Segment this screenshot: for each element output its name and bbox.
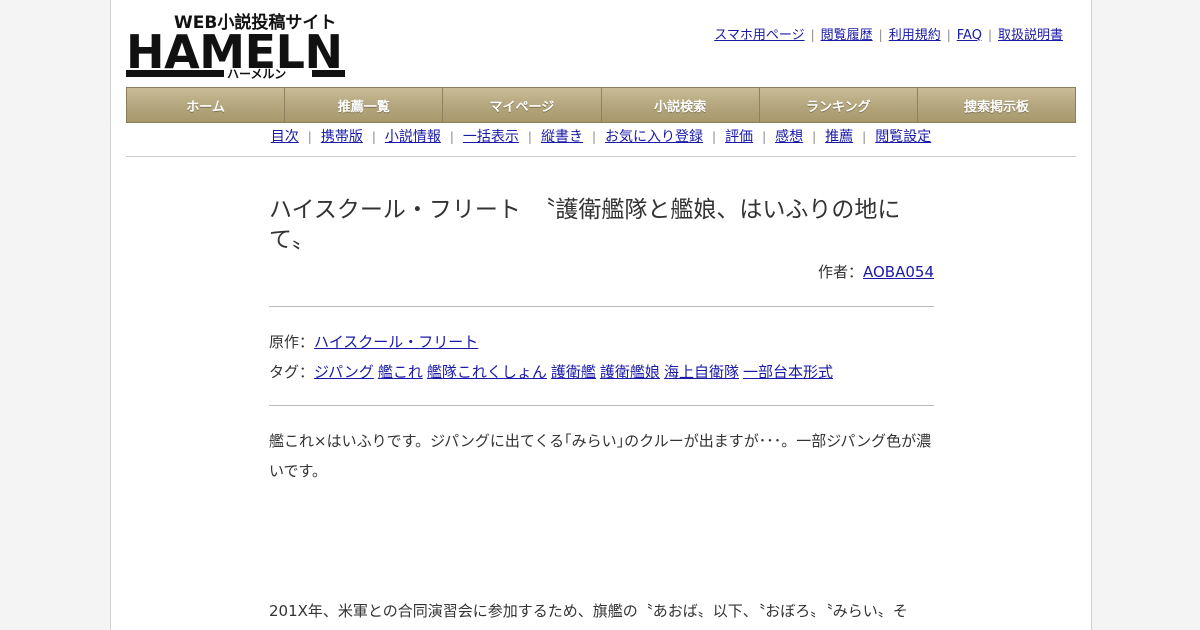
sub-nav: 目次 | 携帯版 | 小説情報 | 一括表示 | 縦書き | お気に入り登録 | 評価 | 感想 | 推薦 | 閲覧… bbox=[126, 126, 1076, 157]
subnav-recommend[interactable]: 推薦 bbox=[825, 129, 853, 145]
hameln-logo[interactable]: WEB小説投稿サイト HAMELN ハーメルン bbox=[126, 10, 348, 82]
tag-link[interactable]: 護衛艦 bbox=[551, 363, 596, 381]
subnav-comment[interactable]: 感想 bbox=[775, 129, 803, 145]
novel-summary: 艦これ×はいふりです。ジパングに出てくる｢みらい｣のクルーが出ますが･･･。一部… bbox=[269, 432, 932, 480]
tag-link[interactable]: 艦隊これくしょん bbox=[427, 363, 547, 381]
toplink-smartphone[interactable]: スマホ用ページ bbox=[714, 28, 804, 43]
tag-link[interactable]: ジパング bbox=[314, 363, 374, 381]
subnav-toc[interactable]: 目次 bbox=[271, 129, 299, 145]
nav-search-board[interactable]: 捜索掲示板 bbox=[918, 88, 1075, 122]
original-link[interactable]: ハイスクール・フリート bbox=[314, 333, 478, 351]
toplink-faq[interactable]: FAQ bbox=[957, 28, 982, 43]
tag-link[interactable]: 海上自衛隊 bbox=[664, 363, 739, 381]
subnav-rate[interactable]: 評価 bbox=[725, 129, 753, 145]
subnav-show-all[interactable]: 一括表示 bbox=[463, 129, 519, 145]
tags-label: タグ： bbox=[269, 363, 315, 381]
subnav-novel-info[interactable]: 小説情報 bbox=[385, 129, 441, 145]
divider bbox=[269, 405, 934, 406]
toplink-manual[interactable]: 取扱説明書 bbox=[998, 28, 1063, 43]
main-nav: ホーム 推薦一覧 マイページ 小説検索 ランキング 捜索掲示板 bbox=[126, 87, 1076, 123]
tag-link[interactable]: 一部台本形式 bbox=[743, 363, 833, 381]
novel-title: ハイスクール・フリート 〝護衛艦隊と艦娘、はいふりの地にて〟 bbox=[269, 197, 901, 253]
toplink-terms[interactable]: 利用規約 bbox=[889, 28, 941, 43]
subnav-vertical[interactable]: 縦書き bbox=[541, 129, 583, 145]
nav-mypage[interactable]: マイページ bbox=[443, 88, 602, 122]
top-links: スマホ用ページ | 閲覧履歴 | 利用規約 | FAQ | 取扱説明書 bbox=[714, 28, 1063, 43]
subnav-favorite[interactable]: お気に入り登録 bbox=[605, 129, 703, 145]
author-line: 作者：AOBA054 bbox=[269, 261, 934, 282]
nav-ranking[interactable]: ランキング bbox=[760, 88, 918, 122]
tag-link[interactable]: 艦これ bbox=[378, 363, 423, 381]
tag-link[interactable]: 護衛艦娘 bbox=[600, 363, 660, 381]
nav-novel-search[interactable]: 小説検索 bbox=[602, 88, 760, 122]
nav-recommendations[interactable]: 推薦一覧 bbox=[285, 88, 444, 122]
subnav-view-settings[interactable]: 閲覧設定 bbox=[875, 129, 931, 145]
subnav-mobile[interactable]: 携帯版 bbox=[321, 129, 363, 145]
page-container: WEB小説投稿サイト HAMELN ハーメルン スマホ用ページ | 閲覧履歴 | 利用規… bbox=[110, 0, 1092, 630]
novel-content: ハイスクール・フリート 〝護衛艦隊と艦娘、はいふりの地にて〟 作者：AOBA05… bbox=[269, 195, 934, 626]
nav-home[interactable]: ホーム bbox=[127, 88, 286, 122]
novel-body-text: 201X年、米軍との合同演習会に参加するため、旗艦の〝あおば〟以下、〝おぼろ〟〝… bbox=[269, 602, 908, 620]
author-link[interactable]: AOBA054 bbox=[863, 263, 934, 281]
logo-sub-text: ハーメルン bbox=[227, 67, 286, 81]
novel-meta: 原作：ハイスクール・フリート タグ：ジパング 艦これ 艦隊これくしょん 護衛艦 護衛艦娘… bbox=[269, 307, 934, 405]
original-label: 原作： bbox=[269, 333, 315, 351]
toplink-history[interactable]: 閲覧履歴 bbox=[821, 28, 873, 43]
author-label: 作者： bbox=[817, 263, 863, 281]
tags-line: タグ：ジパング 艦これ 艦隊これくしょん 護衛艦 護衛艦娘 海上自衛隊 一部台本形式 bbox=[269, 357, 934, 387]
original-line: 原作：ハイスクール・フリート bbox=[269, 327, 934, 357]
